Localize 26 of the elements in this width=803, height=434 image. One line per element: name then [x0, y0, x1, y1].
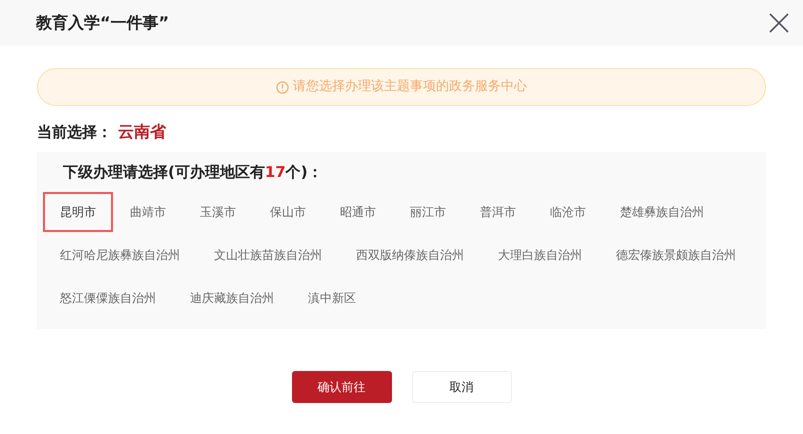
region-item[interactable]: 大理白族自治州: [481, 234, 599, 274]
region-item[interactable]: 文山壮族苗族自治州: [197, 234, 339, 274]
current-label: 当前选择：: [37, 122, 112, 143]
region-item[interactable]: 滇中新区: [291, 278, 373, 318]
region-item[interactable]: 德宏傣族景颇族自治州: [599, 234, 753, 274]
confirm-button[interactable]: 确认前往: [292, 371, 392, 403]
notice-text: 请您选择办理该主题事项的政务服务中心: [293, 78, 527, 96]
region-item[interactable]: 保山市: [253, 192, 323, 232]
region-item[interactable]: 曲靖市: [113, 192, 183, 232]
region-item[interactable]: 怒江傈僳族自治州: [43, 278, 173, 318]
region-item[interactable]: 迪庆藏族自治州: [173, 278, 291, 318]
region-item[interactable]: 楚雄彝族自治州: [603, 192, 721, 232]
regions-heading: 下级办理请选择(可办理地区有17个)：: [63, 162, 323, 183]
info-icon: [276, 80, 289, 94]
region-item[interactable]: 临沧市: [533, 192, 603, 232]
region-item[interactable]: 玉溪市: [183, 192, 253, 232]
dialog-title: 教育入学“一件事”: [36, 12, 170, 34]
region-item[interactable]: 普洱市: [463, 192, 533, 232]
close-icon[interactable]: [767, 11, 791, 35]
region-item[interactable]: 西双版纳傣族自治州: [339, 234, 481, 274]
region-item[interactable]: 昆明市: [43, 192, 113, 232]
current-value: 云南省: [118, 121, 166, 143]
cancel-button[interactable]: 取消: [412, 371, 512, 403]
region-item[interactable]: 红河哈尼族彝族自治州: [43, 234, 197, 274]
region-item[interactable]: 昭通市: [323, 192, 393, 232]
region-item[interactable]: 丽江市: [393, 192, 463, 232]
